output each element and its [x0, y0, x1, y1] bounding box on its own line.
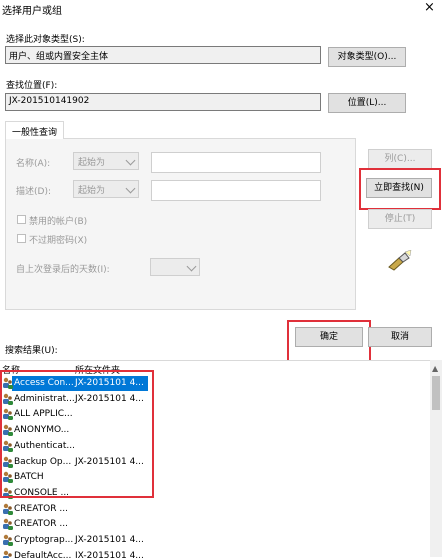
column-header-folder[interactable]: 所在文件夹	[75, 363, 120, 376]
table-row[interactable]: Backup Op... JX-2015101 4...	[0, 455, 430, 470]
window-title: 选择用户或组	[2, 2, 62, 17]
search-results-label: 搜索结果(U):	[5, 343, 58, 356]
tab-common-queries[interactable]: 一般性查询	[5, 121, 64, 139]
disabled-accounts-label: 禁用的帐户(B)	[29, 214, 87, 227]
row-name: Cryptograp...	[14, 535, 73, 545]
results-scrollbar[interactable]: ▲	[430, 360, 442, 557]
row-name: CREATOR ...	[14, 504, 68, 514]
row-name: Backup Op...	[14, 457, 71, 467]
close-icon[interactable]: ×	[424, 0, 435, 15]
chevron-down-icon	[126, 156, 136, 166]
row-name: Administrat...	[14, 394, 75, 404]
name-mode-value: 起始为	[78, 158, 105, 168]
chevron-down-icon	[126, 184, 136, 194]
user-group-icon	[2, 487, 13, 499]
row-name: Access Con...	[14, 378, 74, 388]
name-input[interactable]	[151, 152, 321, 173]
location-field: JX-201510141902	[5, 93, 321, 111]
row-folder: JX-2015101 4...	[75, 394, 144, 404]
row-name: CREATOR ...	[14, 519, 68, 529]
table-row[interactable]: Authenticat...	[0, 439, 430, 454]
user-group-icon	[2, 424, 13, 436]
user-group-icon	[2, 440, 13, 452]
stop-button[interactable]: 停止(T)	[368, 209, 432, 229]
scrollbar-thumb[interactable]	[432, 376, 440, 410]
description-mode-select[interactable]: 起始为	[73, 180, 139, 198]
table-row[interactable]: CREATOR ...	[0, 517, 430, 532]
non-expiring-password-checkbox[interactable]	[17, 234, 26, 243]
description-mode-value: 起始为	[78, 186, 105, 196]
table-row[interactable]: CONSOLE ...	[0, 486, 430, 501]
user-group-icon	[2, 503, 13, 515]
user-group-icon	[2, 456, 13, 468]
row-folder: JX-2015101 4...	[75, 378, 144, 388]
table-row[interactable]: Cryptograp...JX-2015101 4...	[0, 533, 430, 548]
user-group-icon	[2, 377, 13, 389]
table-row[interactable]: ALL APPLIC...	[0, 407, 430, 422]
days-since-logon-select[interactable]	[150, 258, 200, 276]
table-row[interactable]: BATCH	[0, 470, 430, 485]
disabled-accounts-checkbox[interactable]	[17, 215, 26, 224]
search-flashlight-icon	[386, 250, 412, 272]
table-row[interactable]: Access Con...JX-2015101 4...	[0, 376, 430, 391]
locations-button[interactable]: 位置(L)...	[328, 93, 406, 113]
row-folder: JX-2015101 4...	[75, 457, 144, 467]
find-now-button[interactable]: 立即查找(N)	[366, 178, 432, 198]
row-name: CONSOLE ...	[14, 488, 69, 498]
object-type-field: 用户、组或内置安全主体	[5, 46, 321, 64]
search-results-list[interactable]: 名称 所在文件夹 Access Con...JX-2015101 4...Adm…	[0, 360, 442, 558]
table-row[interactable]: Administrat...JX-2015101 4...	[0, 392, 430, 407]
row-name: BATCH	[14, 472, 44, 482]
name-label: 名称(A):	[16, 156, 50, 169]
table-row[interactable]: ANONYMO...	[0, 423, 430, 438]
row-name: ALL APPLIC...	[14, 409, 73, 419]
columns-button[interactable]: 列(C)...	[368, 149, 432, 169]
table-row[interactable]: CREATOR ...	[0, 502, 430, 517]
location-label: 查找位置(F):	[6, 78, 57, 91]
row-name: Authenticat...	[14, 441, 75, 451]
object-types-button[interactable]: 对象类型(O)...	[328, 47, 406, 67]
ok-button[interactable]: 确定	[295, 327, 363, 347]
user-group-icon	[2, 534, 13, 546]
cancel-button[interactable]: 取消	[368, 327, 432, 347]
non-expiring-password-label: 不过期密码(X)	[29, 233, 87, 246]
user-group-icon	[2, 408, 13, 420]
name-mode-select[interactable]: 起始为	[73, 152, 139, 170]
description-label: 描述(D):	[16, 184, 51, 197]
user-group-icon	[2, 471, 13, 483]
chevron-down-icon	[187, 262, 197, 272]
description-input[interactable]	[151, 180, 321, 201]
row-folder: JX-2015101 4...	[75, 535, 144, 545]
row-name: ANONYMO...	[14, 425, 69, 435]
scroll-up-icon[interactable]: ▲	[432, 364, 438, 373]
days-since-logon-label: 自上次登录后的天数(I):	[16, 262, 110, 275]
user-group-icon	[2, 393, 13, 405]
user-group-icon	[2, 518, 13, 530]
object-type-label: 选择此对象类型(S):	[6, 32, 85, 45]
column-header-name[interactable]: 名称	[2, 363, 20, 376]
